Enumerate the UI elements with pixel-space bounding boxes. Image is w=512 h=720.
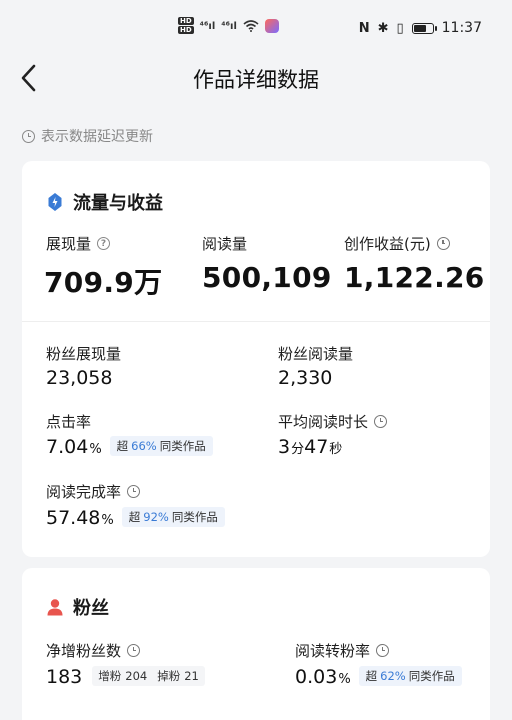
signal-icon-2: ⁴⁶ıl [221,20,237,32]
ctr-number: 7.04 [46,436,89,458]
conversion-number: 0.03 [295,666,338,688]
traffic-section-header: 流量与收益 [46,189,163,215]
impressions-value: 709.9万 [44,266,163,299]
conversion-unit: % [338,672,351,687]
battery-level [413,24,427,32]
divider [22,321,490,322]
signal-icon: ⁴⁶ıl [199,20,216,32]
bluetooth-icon: ✱ [377,20,389,36]
revenue-value: 1,122.26 [344,261,485,294]
traffic-card: 流量与收益 展现量 ? 709.9万 阅读量 500,109 创作收益(元) 1… [22,161,490,557]
completion-compare-badge: 超 92% 同类作品 [121,507,225,527]
nfc-icon: N [358,20,370,36]
completion-unit: % [101,513,114,528]
avg-time-label-text: 平均阅读时长 [278,413,369,431]
net-fans-label: 净增粉丝数 [46,640,141,661]
conversion-value: 0.03% 超 62% 同类作品 [295,666,462,689]
clock-time: 11:37 [441,20,482,36]
delay-clock-icon [376,644,390,657]
vibrate-icon: ▯ [396,20,404,36]
reads-label-text: 阅读量 [202,235,248,253]
impressions-label: 展现量 ? [46,233,111,254]
badge-prefix: 超 [116,439,129,453]
fan-impressions-number: 23,058 [46,367,113,389]
avg-time-value: 3 分 47 秒 [278,436,342,458]
delay-clock-icon [127,485,141,498]
ctr-compare-badge: 超 66% 同类作品 [109,436,213,456]
badge-suffix: 同类作品 [171,510,218,524]
status-bar: HD HD ⁴⁶ıl ⁴⁶ıl N ✱ ▯ 11:37 [0,0,512,56]
status-left: HD HD ⁴⁶ıl ⁴⁶ıl [178,17,279,35]
hd-label-1: HD [178,17,194,25]
clock-icon [22,129,35,143]
avg-time-label: 平均阅读时长 [278,411,388,432]
delay-clock-icon [374,415,388,428]
status-right: N ✱ ▯ 11:37 [359,20,482,36]
traffic-section-title: 流量与收益 [73,193,163,214]
avg-time-seconds: 47 [304,436,329,458]
loss-value: 21 [184,669,199,683]
delay-note: 表示数据延迟更新 [22,126,153,146]
badge-suffix: 同类作品 [408,669,455,683]
ctr-value: 7.04% 超 66% 同类作品 [46,436,213,459]
badge-prefix: 超 [365,669,378,683]
fans-breakdown: 增粉 204 掉粉 21 [92,666,205,686]
reads-label: 阅读量 [202,233,247,254]
delay-clock-icon [127,644,141,657]
ctr-label: 点击率 [46,411,91,432]
badge-percent: 92% [143,510,169,524]
conversion-label: 阅读转粉率 [295,640,390,661]
hd-indicator: HD HD [178,17,194,35]
revenue-label: 创作收益(元) [344,233,450,254]
fan-reads-label-text: 粉丝阅读量 [278,345,354,363]
net-fans-value: 183 增粉 204 掉粉 21 [46,666,205,689]
help-icon[interactable]: ? [97,237,111,250]
fan-impressions-label-text: 粉丝展现量 [46,345,122,363]
app-notification-icon [264,19,279,33]
revenue-label-text: 创作收益(元) [344,235,431,253]
completion-label-text: 阅读完成率 [46,483,122,501]
net-fans-number: 183 [46,666,83,688]
ctr-unit: % [89,442,102,457]
minutes-unit: 分 [291,442,305,457]
fans-card: 粉丝 净增粉丝数 183 增粉 204 掉粉 21 阅读转粉率 0.03% 超 … [22,568,490,720]
badge-percent: 66% [131,439,157,453]
page-title: 作品详细数据 [193,68,319,92]
badge-percent: 62% [380,669,406,683]
delay-clock-icon [436,237,450,250]
user-icon [47,599,63,616]
fan-impressions-label: 粉丝展现量 [46,343,121,364]
impressions-label-text: 展现量 [46,235,92,253]
avg-time-minutes: 3 [278,436,291,458]
hd-label-2: HD [178,26,194,34]
fan-reads-value: 2,330 [278,367,332,389]
fan-reads-label: 粉丝阅读量 [278,343,353,364]
completion-label: 阅读完成率 [46,481,141,502]
fan-reads-number: 2,330 [278,367,333,389]
fans-section-header: 粉丝 [46,594,109,620]
badge-suffix: 同类作品 [159,439,206,453]
fans-section-title: 粉丝 [73,598,109,619]
ctr-label-text: 点击率 [46,413,92,431]
completion-number: 57.48 [46,507,101,529]
gain-label: 增粉 [98,669,122,683]
battery-icon [411,22,437,34]
drop-icon [48,193,62,211]
badge-prefix: 超 [128,510,141,524]
seconds-unit: 秒 [329,442,343,457]
conversion-compare-badge: 超 62% 同类作品 [358,666,462,686]
wifi-icon [243,20,259,32]
delay-note-text: 表示数据延迟更新 [41,129,153,145]
completion-value: 57.48% 超 92% 同类作品 [46,507,225,530]
loss-label: 掉粉 [157,669,181,683]
net-fans-label-text: 净增粉丝数 [46,642,122,660]
fan-impressions-value: 23,058 [46,367,112,389]
conversion-label-text: 阅读转粉率 [295,642,371,660]
reads-value: 500,109 [202,261,332,294]
gain-value: 204 [125,669,148,683]
